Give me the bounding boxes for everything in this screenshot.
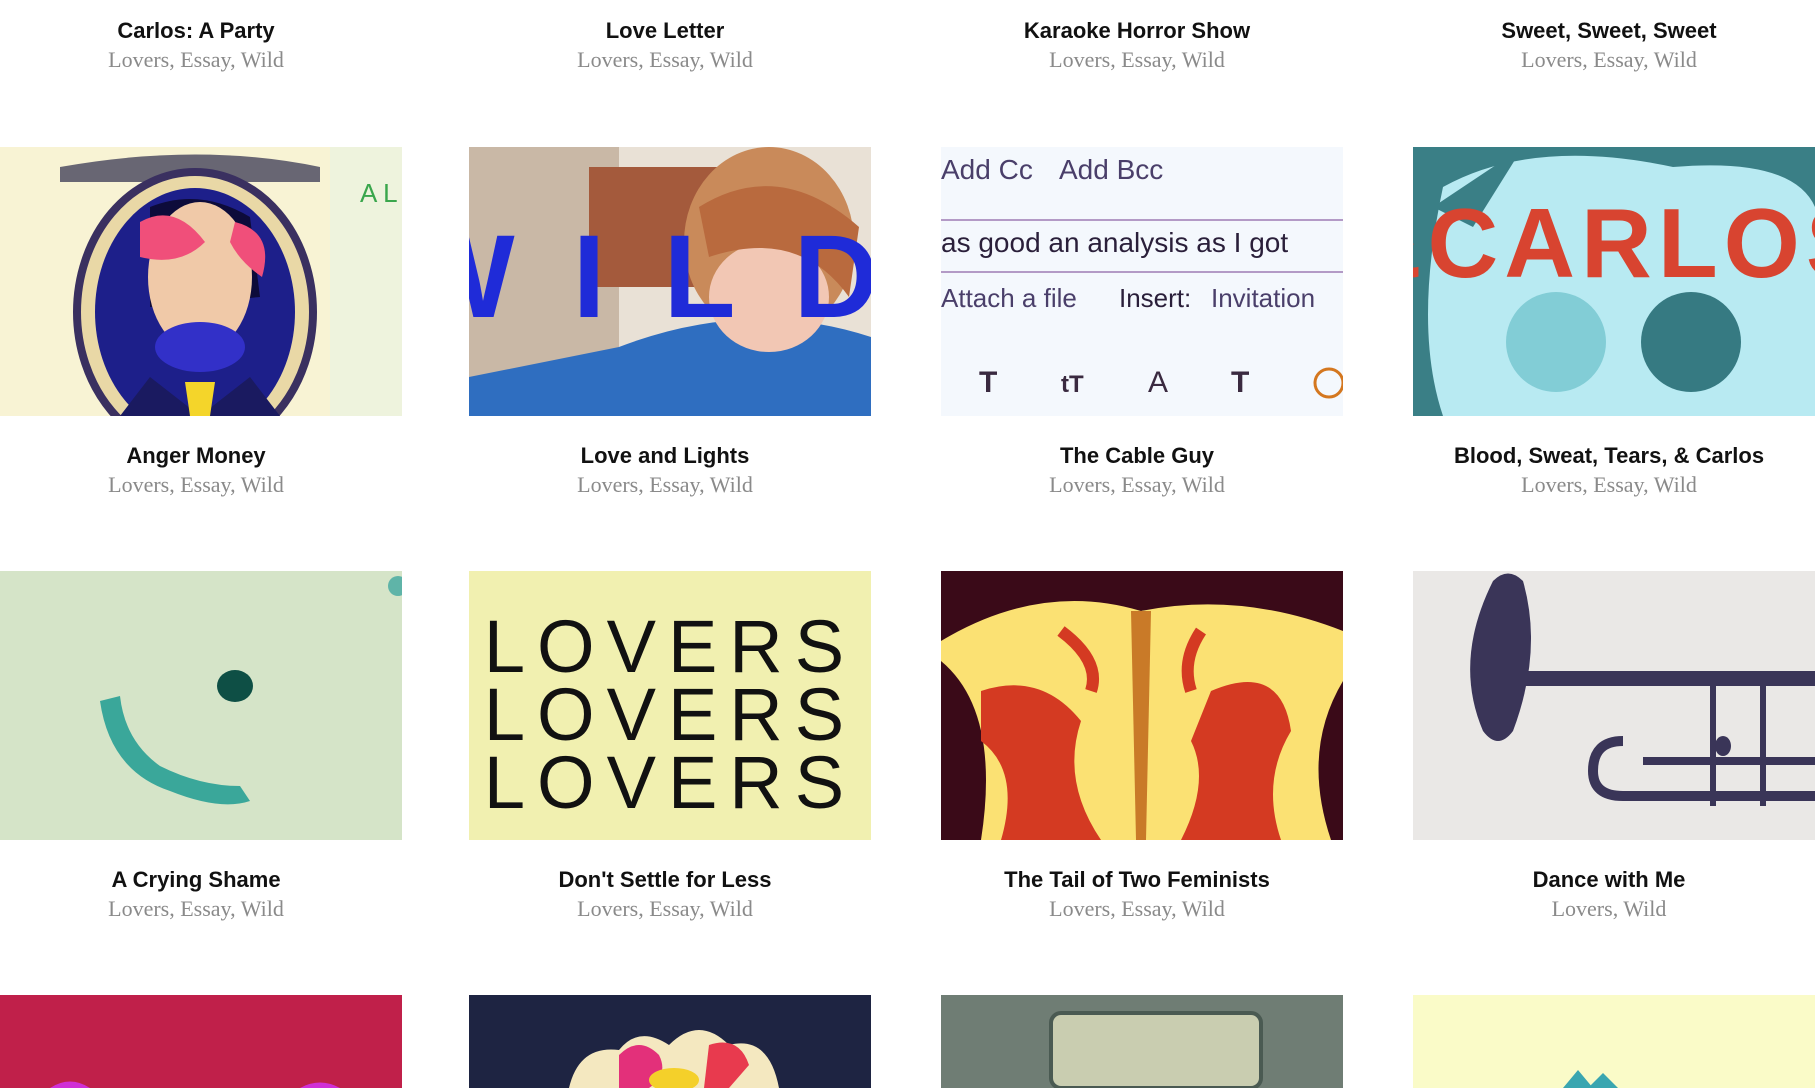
invitation-text: Invitation bbox=[1211, 283, 1315, 313]
post-thumbnail[interactable]: &CARLOS bbox=[1413, 147, 1815, 416]
red-poster-image bbox=[0, 995, 402, 1088]
post-thumbnail[interactable]: LOVERS LOVERS LOVERS bbox=[469, 571, 871, 840]
tag-link[interactable]: Lovers bbox=[1521, 472, 1582, 497]
tag-link[interactable]: Wild bbox=[241, 47, 284, 72]
post-tags: Lovers, Essay, Wild bbox=[1521, 47, 1697, 72]
email-screenshot-image: Add Cc Add Bcc as good an analysis as I … bbox=[941, 147, 1343, 416]
tag-link[interactable]: Essay bbox=[180, 896, 230, 921]
post-tags: Lovers, Essay, Wild bbox=[108, 472, 284, 497]
post-tags: Lovers, Essay, Wild bbox=[577, 472, 753, 497]
post-tags: Lovers, Wild bbox=[1551, 896, 1667, 921]
post-thumbnail[interactable] bbox=[941, 995, 1343, 1088]
tag-link[interactable]: Essay bbox=[649, 47, 699, 72]
toolbar-text-0: T bbox=[979, 366, 997, 399]
tag-link[interactable]: Essay bbox=[649, 472, 699, 497]
tag-link[interactable]: Lovers bbox=[577, 896, 638, 921]
post-thumbnail[interactable]: WILD bbox=[469, 147, 871, 416]
tag-link[interactable]: Wild bbox=[710, 896, 753, 921]
post-title[interactable]: Carlos: A Party bbox=[0, 18, 392, 44]
post-thumbnail[interactable] bbox=[941, 571, 1343, 840]
tag-link[interactable]: Wild bbox=[1182, 472, 1225, 497]
flower-image bbox=[469, 995, 871, 1088]
tag-link[interactable]: Wild bbox=[1182, 896, 1225, 921]
tag-link[interactable]: Essay bbox=[1121, 472, 1171, 497]
svg-text:A L: A L bbox=[360, 178, 398, 208]
tag-link[interactable]: Lovers bbox=[108, 896, 169, 921]
tag-link[interactable]: Lovers bbox=[108, 472, 169, 497]
tag-link[interactable]: Essay bbox=[180, 47, 230, 72]
tag-link[interactable]: Lovers bbox=[1049, 472, 1110, 497]
post-thumbnail[interactable] bbox=[469, 995, 871, 1088]
tag-link[interactable]: Essay bbox=[1121, 47, 1171, 72]
tag-link[interactable]: Lovers bbox=[1049, 896, 1110, 921]
tag-link[interactable]: Wild bbox=[710, 47, 753, 72]
tag-link[interactable]: Lovers bbox=[1049, 47, 1110, 72]
post-thumbnail[interactable] bbox=[1413, 995, 1815, 1088]
post-title[interactable]: Don't Settle for Less bbox=[469, 867, 861, 893]
post-tags: Lovers, Essay, Wild bbox=[1049, 472, 1225, 497]
attach-text: Attach a file bbox=[941, 283, 1077, 313]
post-tags: Lovers, Essay, Wild bbox=[1049, 47, 1225, 72]
post-title[interactable]: A Crying Shame bbox=[0, 867, 392, 893]
post-title[interactable]: Love and Lights bbox=[469, 443, 861, 469]
tag-link[interactable]: Lovers bbox=[1521, 47, 1582, 72]
tag-link[interactable]: Essay bbox=[1593, 472, 1643, 497]
post-tags: Lovers, Essay, Wild bbox=[577, 896, 753, 921]
post-thumbnail[interactable] bbox=[1413, 571, 1815, 840]
chair-image bbox=[941, 995, 1343, 1088]
tag-link[interactable]: Wild bbox=[1654, 47, 1697, 72]
tag-link[interactable]: Wild bbox=[1654, 472, 1697, 497]
post-title[interactable]: Dance with Me bbox=[1413, 867, 1805, 893]
tag-link[interactable]: Wild bbox=[710, 472, 753, 497]
post-thumbnail[interactable] bbox=[0, 571, 402, 840]
post-thumbnail[interactable] bbox=[0, 995, 402, 1088]
tiger-pattern-image bbox=[941, 571, 1343, 840]
trumpet-image bbox=[1413, 571, 1815, 840]
post-title[interactable]: Love Letter bbox=[469, 18, 861, 44]
smile-stain-image bbox=[0, 571, 402, 840]
carlos-poster-image: &CARLOS bbox=[1413, 147, 1815, 416]
wild-overlay-text: WILD bbox=[469, 211, 871, 343]
tag-link[interactable]: Essay bbox=[649, 896, 699, 921]
post-title[interactable]: Blood, Sweat, Tears, & Carlos bbox=[1413, 443, 1805, 469]
tag-link[interactable]: Lovers bbox=[577, 47, 638, 72]
tag-link[interactable]: Wild bbox=[241, 896, 284, 921]
dollar-portrait-image: A L bbox=[0, 147, 402, 416]
lovers-text-image: LOVERS LOVERS LOVERS bbox=[469, 571, 871, 840]
woman-wild-image: WILD bbox=[469, 147, 871, 416]
post-title[interactable]: Sweet, Sweet, Sweet bbox=[1413, 18, 1805, 44]
toolbar-text-1: tT bbox=[1061, 371, 1084, 398]
insert-text: Insert: bbox=[1119, 283, 1191, 313]
tag-link[interactable]: Wild bbox=[1182, 47, 1225, 72]
tag-link[interactable]: Essay bbox=[1121, 896, 1171, 921]
post-tags: Lovers, Essay, Wild bbox=[108, 896, 284, 921]
post-title[interactable]: The Tail of Two Feminists bbox=[941, 867, 1333, 893]
post-tags: Lovers, Essay, Wild bbox=[108, 47, 284, 72]
post-thumbnail[interactable]: Add Cc Add Bcc as good an analysis as I … bbox=[941, 147, 1343, 416]
tag-link[interactable]: Wild bbox=[241, 472, 284, 497]
toolbar-text-3: T bbox=[1231, 366, 1249, 399]
post-title[interactable]: Anger Money bbox=[0, 443, 392, 469]
post-tags: Lovers, Essay, Wild bbox=[577, 47, 753, 72]
post-thumbnail[interactable]: A L bbox=[0, 147, 402, 416]
post-title[interactable]: The Cable Guy bbox=[941, 443, 1333, 469]
tag-link[interactable]: Wild bbox=[1623, 896, 1666, 921]
tag-link[interactable]: Essay bbox=[1593, 47, 1643, 72]
tag-link[interactable]: Lovers bbox=[108, 47, 169, 72]
lovers-line-3: LOVERS bbox=[484, 741, 856, 824]
toolbar-text-2: A bbox=[1148, 366, 1168, 399]
tag-link[interactable]: Lovers bbox=[577, 472, 638, 497]
add-cc-text: Add Cc bbox=[941, 154, 1033, 185]
post-tags: Lovers, Essay, Wild bbox=[1049, 896, 1225, 921]
add-bcc-text: Add Bcc bbox=[1059, 154, 1163, 185]
post-title[interactable]: Karaoke Horror Show bbox=[941, 18, 1333, 44]
post-tags: Lovers, Essay, Wild bbox=[1521, 472, 1697, 497]
yellow-poster-image bbox=[1413, 995, 1815, 1088]
tag-link[interactable]: Essay bbox=[180, 472, 230, 497]
email-body-text: as good an analysis as I got bbox=[941, 227, 1288, 258]
tag-link[interactable]: Lovers bbox=[1552, 896, 1613, 921]
post-grid: Carlos: A Party Lovers, Essay, Wild Love… bbox=[0, 0, 1816, 1088]
carlos-text: &CARLOS bbox=[1413, 188, 1815, 298]
